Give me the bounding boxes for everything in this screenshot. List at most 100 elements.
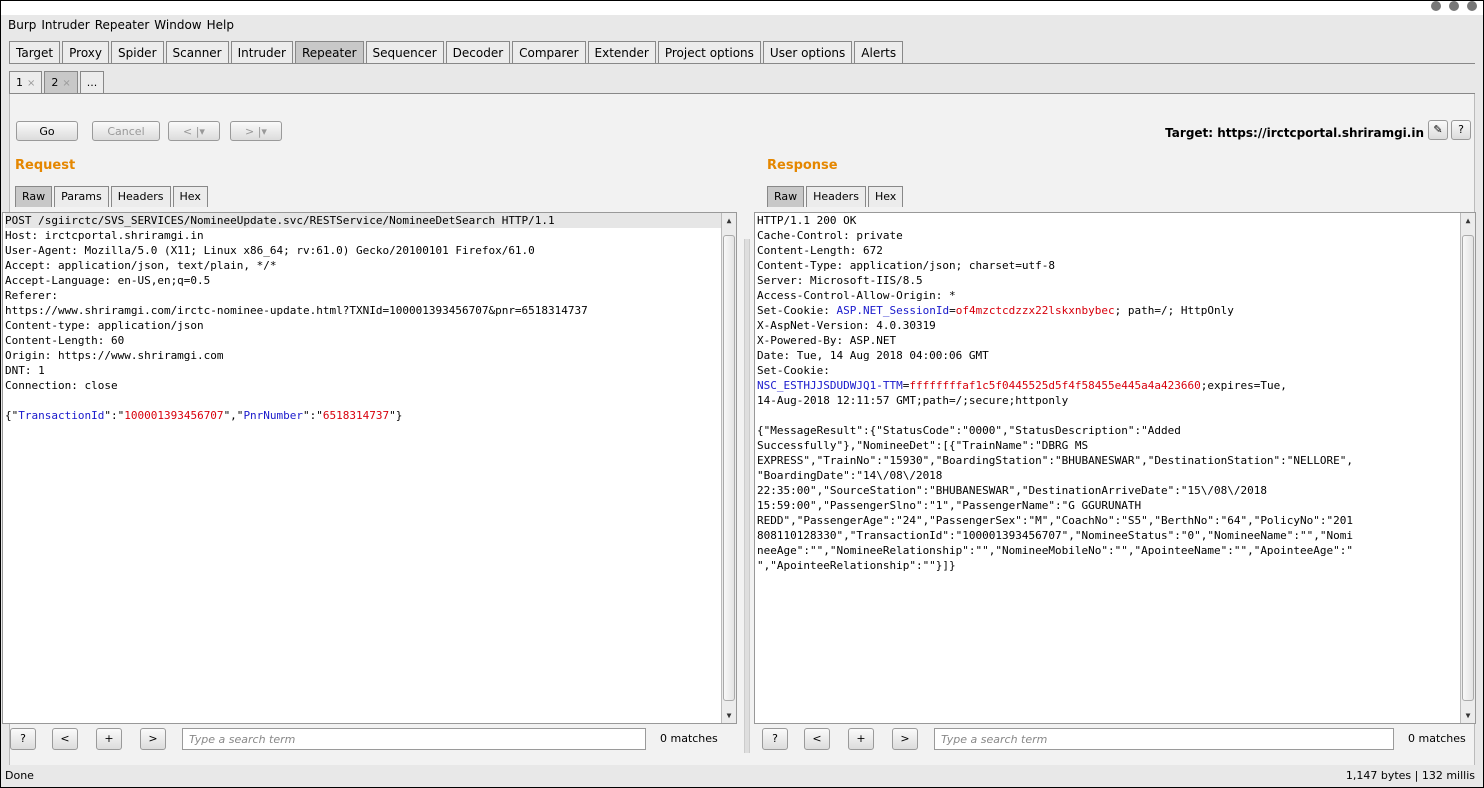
go-button[interactable]: Go bbox=[16, 121, 78, 141]
cookie-value: ffffffffaf1c5f0445525d5f4f58455e445a4a42… bbox=[909, 379, 1201, 392]
menu-help[interactable]: Help bbox=[205, 15, 237, 32]
text-line: Host: irctcportal.shriramgi.in bbox=[5, 229, 204, 242]
response-tab-hex[interactable]: Hex bbox=[867, 186, 904, 207]
text-line: Content-type: application/json bbox=[5, 319, 204, 332]
window-control-icon[interactable] bbox=[1449, 1, 1459, 11]
request-body: {"TransactionId":"100001393456707","PnrN… bbox=[3, 408, 736, 423]
response-cookie-session: Set-Cookie: ASP.NET_SessionId=of4mzctcdz… bbox=[755, 303, 1475, 318]
search-help-button[interactable]: ? bbox=[762, 728, 788, 750]
menu-burp[interactable]: Burp bbox=[1, 15, 39, 32]
json-value-transactionid: 100001393456707 bbox=[124, 409, 224, 422]
request-tab-headers[interactable]: Headers bbox=[110, 186, 171, 207]
back-button[interactable]: < |▾ bbox=[168, 121, 220, 141]
tab-target[interactable]: Target bbox=[9, 41, 61, 63]
tab-proxy[interactable]: Proxy bbox=[62, 41, 109, 63]
response-tab-raw[interactable]: Raw bbox=[767, 186, 805, 207]
tab-scanner[interactable]: Scanner bbox=[165, 41, 229, 63]
tab-sequencer[interactable]: Sequencer bbox=[365, 41, 444, 63]
forward-button[interactable]: > |▾ bbox=[230, 121, 282, 141]
tab-decoder[interactable]: Decoder bbox=[445, 41, 511, 63]
repeater-tab-new[interactable]: ... bbox=[79, 71, 105, 93]
burp-window: Burp Intruder Repeater Window Help Target Pr… bbox=[0, 0, 1484, 788]
scroll-down-icon[interactable]: ▼ bbox=[722, 708, 736, 723]
edit-target-icon[interactable]: ✎ bbox=[1428, 120, 1448, 140]
window-control-icon[interactable] bbox=[1467, 1, 1477, 11]
response-cookie-nsc: NSC_ESTHJJSDUDWJQ1-TTM=ffffffffaf1c5f044… bbox=[755, 378, 1475, 393]
pane-splitter[interactable] bbox=[744, 239, 750, 753]
cancel-button[interactable]: Cancel bbox=[92, 121, 160, 141]
text-line: 808110128330","TransactionId":"100001393… bbox=[757, 529, 1354, 542]
text-line: Accept-Language: en-US,en;q=0.5 bbox=[5, 274, 211, 287]
title-strip bbox=[1, 1, 1483, 15]
request-title: Request bbox=[15, 158, 76, 173]
response-headers-2: X-AspNet-Version: 4.0.30319 X-Powered-By:… bbox=[755, 318, 1475, 378]
status-bar: Done 1,147 bytes | 132 millis bbox=[5, 765, 1475, 787]
json-key-pnrnumber: PnrNumber bbox=[243, 409, 304, 422]
request-scrollbar[interactable]: ▲ ▼ bbox=[721, 213, 736, 723]
cookie-attrs: ; path=/; HttpOnly bbox=[1114, 304, 1234, 317]
scroll-thumb[interactable] bbox=[723, 235, 735, 701]
text-line: Referer: bbox=[5, 289, 58, 302]
window-control-icon[interactable] bbox=[1431, 1, 1441, 11]
text-line: 15:59:00","PassengerSlno":"1","Passenger… bbox=[757, 499, 1142, 512]
help-icon[interactable]: ? bbox=[1451, 120, 1471, 140]
repeater-tab-label: 2 bbox=[51, 76, 59, 89]
text-line: HTTP/1.1 200 OK bbox=[757, 214, 857, 227]
tab-intruder[interactable]: Intruder bbox=[230, 41, 293, 63]
menu-repeater[interactable]: Repeater bbox=[93, 15, 153, 32]
scroll-down-icon[interactable]: ▼ bbox=[1461, 708, 1475, 723]
scroll-up-icon[interactable]: ▲ bbox=[722, 213, 736, 228]
scroll-thumb[interactable] bbox=[1462, 235, 1474, 701]
response-stats: 1,147 bytes | 132 millis bbox=[1345, 769, 1475, 782]
request-search-input[interactable] bbox=[182, 728, 646, 750]
repeater-tab-1[interactable]: 1 × bbox=[9, 71, 43, 93]
response-search-input[interactable] bbox=[934, 728, 1394, 750]
scroll-up-icon[interactable]: ▲ bbox=[1461, 213, 1475, 228]
text-line: Content-Length: 672 bbox=[757, 244, 883, 257]
close-icon[interactable]: × bbox=[62, 78, 70, 89]
tab-spider[interactable]: Spider bbox=[111, 41, 164, 63]
cookie-value: of4mzctcdzzx22lskxnbybec bbox=[955, 304, 1115, 317]
cookie-name: ASP.NET_SessionId bbox=[836, 304, 950, 317]
response-tab-headers[interactable]: Headers bbox=[806, 186, 866, 207]
search-add-button[interactable]: + bbox=[96, 728, 122, 750]
request-tab-hex[interactable]: Hex bbox=[172, 186, 208, 207]
search-next-button[interactable]: > bbox=[140, 728, 166, 750]
text-line: https://www.shriramgi.com/irctc-nominee-… bbox=[5, 304, 588, 317]
request-text: POST /sgiirctc/SVS_SERVICES/NomineeUpdat… bbox=[3, 213, 736, 408]
tab-project-options[interactable]: Project options bbox=[657, 41, 761, 63]
text-line: X-AspNet-Version: 4.0.30319 bbox=[757, 319, 936, 332]
status-text: Done bbox=[5, 769, 34, 782]
search-prev-button[interactable]: < bbox=[52, 728, 78, 750]
repeater-tab-2[interactable]: 2 × bbox=[44, 71, 78, 93]
menu-intruder[interactable]: Intruder bbox=[39, 15, 92, 32]
request-tab-params[interactable]: Params bbox=[54, 186, 109, 207]
search-add-button[interactable]: + bbox=[848, 728, 874, 750]
search-next-button[interactable]: > bbox=[892, 728, 918, 750]
response-scrollbar[interactable]: ▲ ▼ bbox=[1460, 213, 1475, 723]
response-editor[interactable]: HTTP/1.1 200 OK Cache-Control: private Con… bbox=[754, 212, 1476, 724]
text-line: Origin: https://www.shriramgi.com bbox=[5, 349, 224, 362]
response-matches: 0 matches bbox=[1408, 732, 1466, 745]
json-punct: ":" bbox=[104, 409, 125, 422]
tab-repeater[interactable]: Repeater bbox=[294, 41, 364, 63]
search-help-button[interactable]: ? bbox=[10, 728, 36, 750]
cookie-attrs: ;expires=Tue, bbox=[1200, 379, 1287, 392]
tab-comparer[interactable]: Comparer bbox=[512, 41, 586, 63]
response-title: Response bbox=[767, 158, 838, 173]
request-editor[interactable]: POST /sgiirctc/SVS_SERVICES/NomineeUpdat… bbox=[2, 212, 737, 724]
tab-extender[interactable]: Extender bbox=[587, 41, 656, 63]
text-line bbox=[757, 408, 1473, 423]
menu-bar: Burp Intruder Repeater Window Help bbox=[1, 15, 1483, 37]
response-tabs: Raw Headers Hex bbox=[767, 186, 905, 207]
text-line: 22:35:00","SourceStation":"BHUBANESWAR",… bbox=[757, 484, 1267, 497]
json-punct: "," bbox=[223, 409, 244, 422]
request-tab-raw[interactable]: Raw bbox=[15, 186, 53, 207]
search-prev-button[interactable]: < bbox=[804, 728, 830, 750]
tab-user-options[interactable]: User options bbox=[762, 41, 853, 63]
tab-alerts[interactable]: Alerts bbox=[854, 41, 904, 63]
close-icon[interactable]: × bbox=[27, 78, 35, 89]
text-line: Content-Type: application/json; charset=… bbox=[757, 259, 1056, 272]
menu-window[interactable]: Window bbox=[152, 15, 204, 32]
request-matches: 0 matches bbox=[660, 732, 718, 745]
